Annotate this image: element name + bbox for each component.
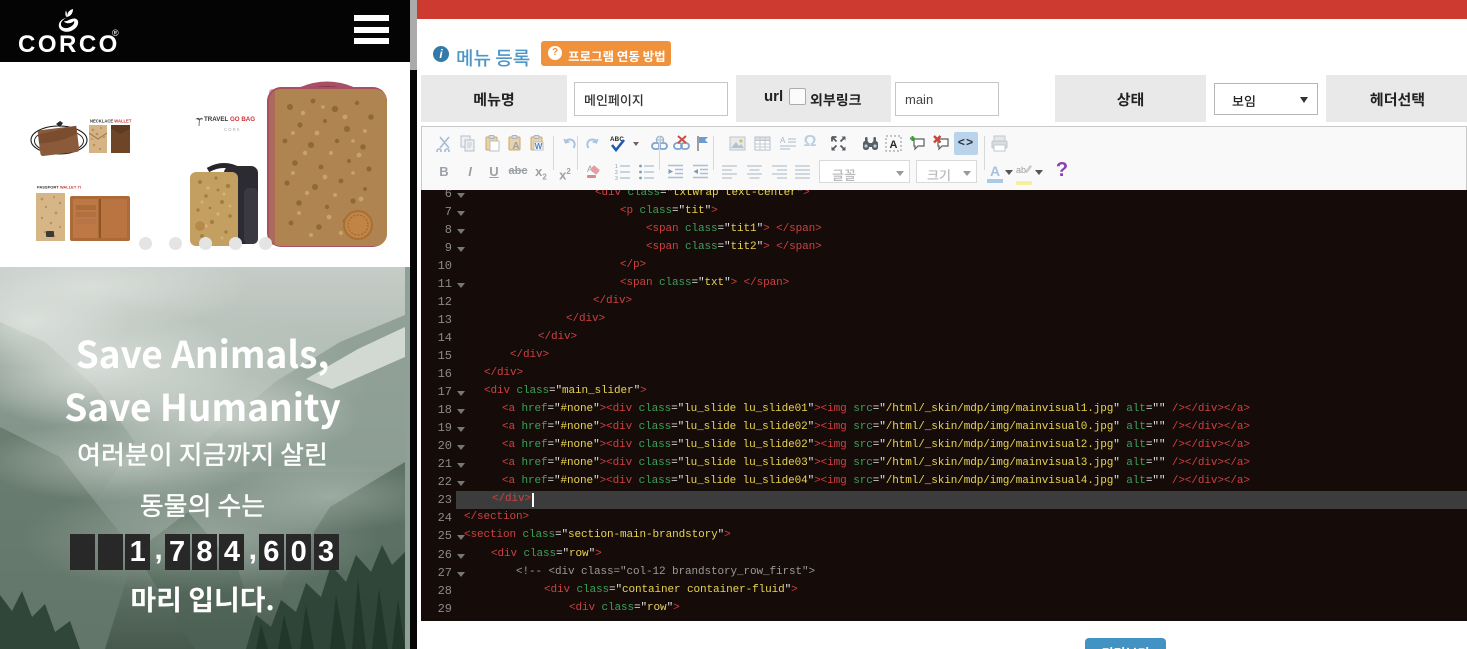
svg-text:3: 3 [615,176,618,180]
svg-text:A: A [780,136,786,145]
svg-text:ab: ab [1016,165,1026,175]
svg-text:A: A [512,141,519,152]
svg-text:A: A [890,139,898,151]
svg-text:W: W [535,142,543,151]
